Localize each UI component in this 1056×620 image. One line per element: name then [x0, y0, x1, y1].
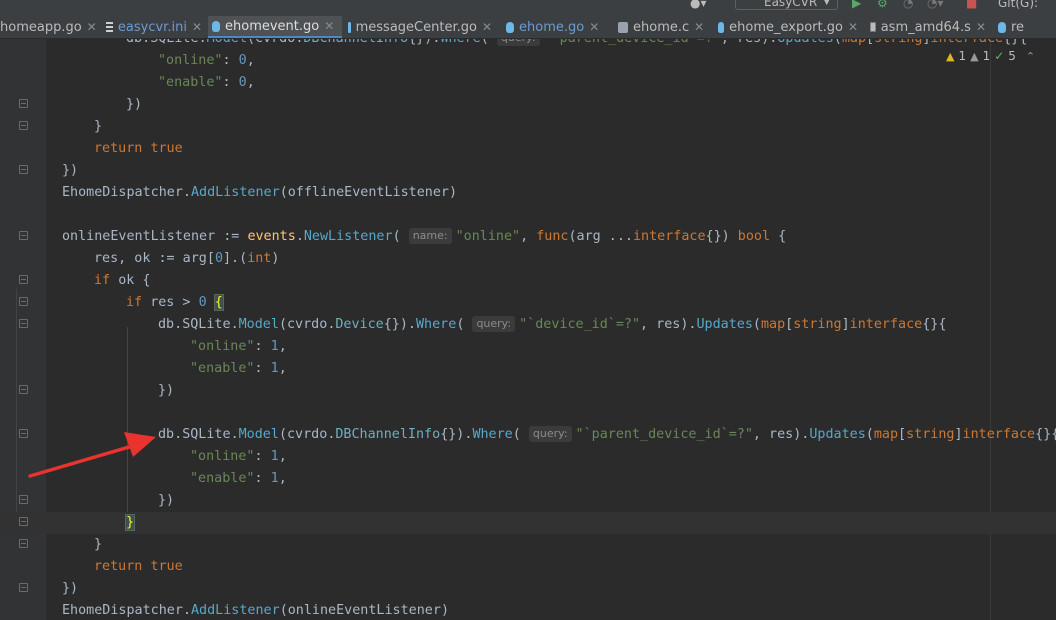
go-file-icon: [998, 21, 1006, 33]
inspection-widget[interactable]: ▲ 1 ▲ 1 ✓ 5 ⌃: [946, 47, 1035, 65]
close-icon[interactable]: ✕: [848, 20, 858, 34]
tab-label: asm_amd64.s: [880, 19, 971, 35]
code-line[interactable]: db.SQLite.Model(cvrdo.DBChannelInfo{}).W…: [158, 424, 1056, 446]
close-icon[interactable]: ✕: [694, 20, 704, 34]
tab-label: homeapp.go: [0, 19, 82, 35]
close-icon[interactable]: ✕: [589, 20, 599, 34]
fold-marker-icon[interactable]: [19, 297, 28, 306]
close-icon[interactable]: ✕: [482, 20, 492, 34]
debug-icon[interactable]: ⚙: [877, 0, 888, 10]
code-line[interactable]: db.SQLite.Model(cvrdo.DBChannelInfo{}).W…: [126, 39, 1027, 50]
code-line[interactable]: "enable": 0,: [158, 72, 255, 94]
code-line[interactable]: "online": 1,: [190, 446, 287, 468]
editor-tab-bar: ●▾ EasyCVR ▼ ▶ ⚙ ◔ ◔▾ ■ Git(G): homeapp.…: [0, 0, 1056, 39]
code-line[interactable]: }: [124, 512, 136, 534]
tab-label: ehome.go: [519, 19, 585, 35]
warning-count: 1: [958, 49, 967, 63]
tab-label: easycvr.ini: [117, 19, 187, 35]
code-line[interactable]: "enable": 1,: [190, 358, 287, 380]
code-line[interactable]: "online": 1,: [190, 336, 287, 358]
profile-icon[interactable]: ◔▾: [927, 0, 944, 10]
tab-messagecenter[interactable]: messageCenter.go ✕: [344, 16, 496, 38]
chevron-up-icon[interactable]: ⌃: [1026, 50, 1035, 63]
c-file-icon: [618, 21, 628, 33]
tab-asm-amd64[interactable]: asm_amd64.s ✕: [866, 16, 990, 38]
chevron-down-icon: ▼: [823, 0, 831, 7]
code-line[interactable]: }): [158, 380, 174, 402]
close-icon[interactable]: ✕: [976, 20, 986, 34]
weak-warning-icon: ▲: [970, 49, 979, 63]
code-line[interactable]: }): [158, 490, 174, 512]
code-line[interactable]: }: [94, 534, 102, 556]
main-toolbar: ●▾ EasyCVR ▼ ▶ ⚙ ◔ ◔▾ ■ Git(G):: [0, 0, 1056, 14]
close-icon[interactable]: ✕: [192, 20, 202, 34]
code-line[interactable]: }): [62, 160, 78, 182]
code-line[interactable]: onlineEventListener := events.NewListene…: [62, 226, 786, 248]
tab-ehome-c[interactable]: ehome.c ✕: [614, 16, 714, 38]
go-file-icon: [212, 20, 220, 32]
asm-file-icon: [870, 22, 876, 32]
close-icon[interactable]: ✕: [87, 20, 97, 34]
code-line[interactable]: EhomeDispatcher.AddListener(offlineEvent…: [62, 182, 457, 204]
git-label[interactable]: Git(G):: [998, 0, 1038, 10]
stop-icon[interactable]: ■: [966, 0, 977, 10]
run-config-label: EasyCVR: [764, 0, 818, 9]
indent-guide: [16, 289, 17, 534]
run-icon[interactable]: ▶: [852, 0, 861, 10]
code-line[interactable]: if res > 0 {: [126, 292, 224, 314]
fold-marker-icon[interactable]: [19, 99, 28, 108]
tab-label: ehome_export.go: [729, 19, 843, 35]
ini-file-icon: [106, 21, 113, 33]
tab-ehome-go[interactable]: ehome.go ✕: [502, 16, 608, 38]
run-configuration-select[interactable]: EasyCVR ▼: [735, 0, 838, 10]
indent-guide: [127, 327, 128, 534]
user-icon[interactable]: ●▾: [690, 0, 707, 10]
fold-marker-icon[interactable]: [19, 275, 28, 284]
warning-icon: ▲: [946, 49, 955, 63]
go-file-icon: [718, 21, 725, 33]
fold-marker-icon[interactable]: [19, 231, 28, 240]
weak-warning-count: 1: [982, 49, 991, 63]
tab-ehomevent[interactable]: ehomevent.go ✕: [208, 16, 342, 38]
code-line[interactable]: }: [94, 116, 102, 138]
code-line[interactable]: if ok {: [94, 270, 150, 292]
tab-label: ehomevent.go: [225, 18, 320, 34]
code-line[interactable]: }): [62, 578, 78, 600]
code-line[interactable]: "enable": 1,: [190, 468, 287, 490]
tab-label: messageCenter.go: [355, 19, 477, 35]
code-line[interactable]: return true: [94, 138, 183, 160]
code-line[interactable]: }): [126, 94, 142, 116]
go-file-icon: [506, 21, 514, 33]
fold-marker-icon[interactable]: [19, 539, 28, 548]
tab-ehome-export[interactable]: ehome_export.go ✕: [714, 16, 862, 38]
fold-marker-icon[interactable]: [19, 583, 28, 592]
tab-homeapp[interactable]: homeapp.go ✕: [0, 16, 97, 38]
code-line[interactable]: return true: [94, 556, 183, 578]
fold-marker-icon[interactable]: [19, 429, 28, 438]
fold-marker-icon[interactable]: [19, 385, 28, 394]
tab-label: ehome.c: [633, 19, 690, 35]
code-line[interactable]: "online": 0,: [158, 50, 255, 72]
fold-marker-icon[interactable]: [19, 319, 28, 328]
fold-marker-icon[interactable]: [19, 165, 28, 174]
code-line[interactable]: EhomeDispatcher.AddListener(onlineEventL…: [62, 600, 449, 620]
fold-marker-icon[interactable]: [19, 495, 28, 504]
current-line-highlight: [0, 512, 1056, 534]
typo-count: 5: [1008, 49, 1016, 63]
tab-easycvr-ini[interactable]: easycvr.ini ✕: [102, 16, 206, 38]
tab-re[interactable]: re: [994, 16, 1056, 38]
fold-marker-icon[interactable]: [19, 121, 28, 130]
code-editor[interactable]: db.SQLite.Model(cvrdo.DBChannelInfo{}).W…: [0, 39, 1056, 620]
go-file-icon: [348, 21, 351, 33]
code-line[interactable]: db.SQLite.Model(cvrdo.Device{}).Where( q…: [158, 314, 946, 336]
close-icon[interactable]: ✕: [324, 19, 334, 33]
coverage-icon[interactable]: ◔: [903, 0, 913, 10]
tab-label: re: [1011, 19, 1025, 35]
typo-check-icon: ✓: [994, 49, 1005, 63]
code-line[interactable]: res, ok := arg[0].(int): [94, 248, 279, 270]
fold-marker-icon[interactable]: [19, 517, 28, 526]
